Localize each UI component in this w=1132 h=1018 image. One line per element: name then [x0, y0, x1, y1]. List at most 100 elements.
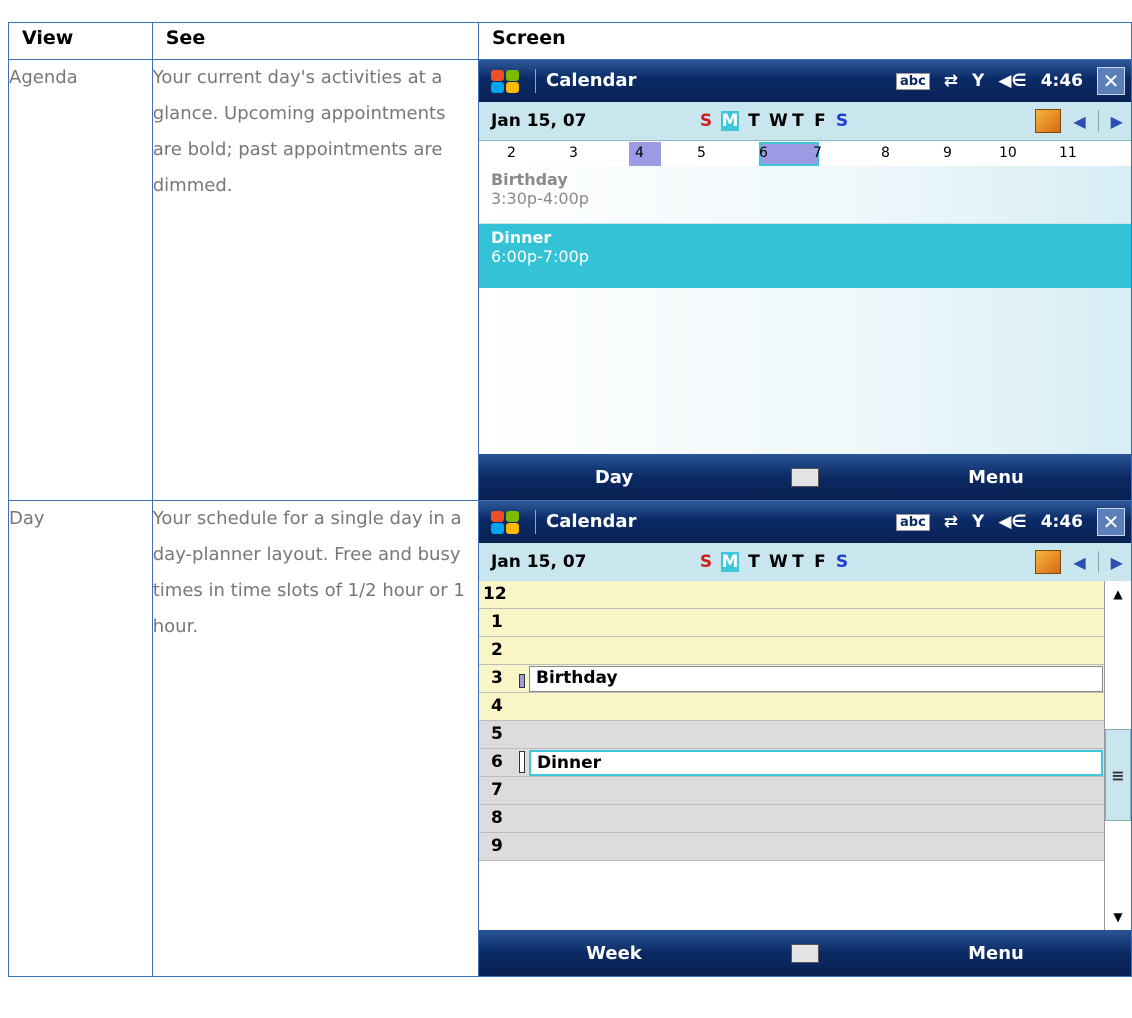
day-friday[interactable]: F: [813, 111, 827, 131]
hour-tick: 8: [880, 145, 890, 161]
busy-block-selected[interactable]: [758, 142, 819, 166]
hour-row[interactable]: 7: [478, 777, 1105, 805]
day-tuesday[interactable]: T: [747, 111, 761, 131]
list-item[interactable]: Dinner 6:00p-7:00p: [478, 224, 1131, 288]
hour-row[interactable]: 12: [478, 581, 1105, 609]
day-monday[interactable]: M: [720, 552, 739, 572]
clock[interactable]: 4:46: [1041, 71, 1083, 91]
day-tuesday[interactable]: T: [747, 552, 761, 572]
keyboard-icon[interactable]: [790, 468, 819, 487]
busy-block[interactable]: [628, 142, 661, 166]
clock[interactable]: 4:46: [1041, 512, 1083, 532]
softkey-menu-button[interactable]: Menu: [861, 467, 1131, 488]
header-row: View See Screen: [8, 22, 1132, 60]
status-tray: abc ⇄ Y ◀∈ 4:46 ✕: [896, 508, 1125, 536]
day-screenshot: Calendar abc ⇄ Y ◀∈ 4:46 ✕ Jan 15, 07 S …: [478, 501, 1131, 976]
event-item[interactable]: Dinner: [528, 750, 1103, 776]
prev-arrow-icon[interactable]: ◀: [1073, 112, 1085, 131]
screen-cell: Calendar abc ⇄ Y ◀∈ 4:46 ✕ Jan 15, 07 S …: [477, 59, 1132, 501]
header-see: See: [151, 22, 479, 60]
signal-icon[interactable]: Y: [972, 512, 984, 532]
list-item[interactable]: Birthday 3:30p-4:00p: [478, 166, 1131, 224]
current-date[interactable]: Jan 15, 07: [491, 552, 661, 572]
input-mode-icon[interactable]: abc: [896, 72, 930, 90]
next-arrow-icon[interactable]: ▶: [1111, 553, 1123, 572]
softkey-left-button[interactable]: Day: [479, 467, 749, 488]
next-arrow-icon[interactable]: ▶: [1111, 112, 1123, 131]
scroll-thumb[interactable]: ≡: [1104, 729, 1131, 821]
scroll-down-icon[interactable]: ▼: [1104, 904, 1131, 930]
day-sunday[interactable]: S: [699, 552, 713, 572]
hour-label: 4: [490, 696, 503, 716]
hour-label: 2: [490, 640, 503, 660]
event-marker: [518, 751, 525, 773]
day-thursday[interactable]: T: [791, 552, 805, 572]
nav-divider: [1097, 551, 1099, 573]
event-item[interactable]: Birthday: [528, 666, 1103, 692]
hour-label: 12: [482, 584, 507, 604]
hour-label: 5: [490, 724, 503, 744]
volume-icon[interactable]: ◀∈: [998, 512, 1026, 532]
softkey-menu-button[interactable]: Menu: [861, 943, 1131, 964]
softkey-left-button[interactable]: Week: [479, 943, 749, 964]
close-button[interactable]: ✕: [1096, 67, 1125, 95]
screen-cell: Calendar abc ⇄ Y ◀∈ 4:46 ✕ Jan 15, 07 S …: [477, 500, 1132, 977]
views-table: View See Screen Agenda Your current day'…: [8, 22, 1132, 977]
windows-logo-icon[interactable]: [487, 507, 525, 537]
goto-today-icon[interactable]: [1035, 109, 1062, 133]
date-bar: Jan 15, 07 S M T W T F S ◀ ▶: [478, 543, 1131, 582]
hour-label: 9: [490, 836, 503, 856]
header-screen: Screen: [477, 22, 1132, 60]
day-saturday[interactable]: S: [835, 111, 849, 131]
day-wednesday[interactable]: W: [769, 111, 788, 131]
volume-icon[interactable]: ◀∈: [998, 71, 1026, 91]
hour-label: 3: [490, 668, 503, 688]
prev-arrow-icon[interactable]: ◀: [1073, 553, 1085, 572]
appointment-name: Dinner: [490, 228, 552, 247]
hour-row[interactable]: 9: [478, 833, 1105, 861]
current-date[interactable]: Jan 15, 07: [491, 111, 661, 131]
day-sunday[interactable]: S: [699, 111, 713, 131]
nav-divider: [1097, 110, 1099, 132]
input-mode-icon[interactable]: abc: [896, 513, 930, 531]
hour-row[interactable]: 3 Birthday: [478, 665, 1105, 693]
appointment-time: 3:30p-4:00p: [490, 189, 589, 208]
sync-icon[interactable]: ⇄: [944, 71, 958, 91]
day-saturday[interactable]: S: [835, 552, 849, 572]
hour-tick: 11: [1058, 145, 1077, 161]
scroll-up-icon[interactable]: ▲: [1104, 581, 1131, 607]
title-bar: Calendar abc ⇄ Y ◀∈ 4:46 ✕: [478, 501, 1131, 543]
windows-logo-icon[interactable]: [487, 66, 525, 96]
appointment-name: Birthday: [490, 170, 568, 189]
hour-label: 7: [490, 780, 503, 800]
day-wednesday[interactable]: W: [769, 552, 788, 572]
view-description: Your schedule for a single day in a day-…: [151, 500, 479, 977]
agenda-screenshot: Calendar abc ⇄ Y ◀∈ 4:46 ✕ Jan 15, 07 S …: [478, 60, 1131, 500]
hour-row[interactable]: 1: [478, 609, 1105, 637]
view-name: Agenda: [8, 59, 153, 501]
app-title: Calendar: [534, 510, 896, 534]
hour-tick: 9: [942, 145, 952, 161]
day-thursday[interactable]: T: [791, 111, 805, 131]
hour-row[interactable]: 6 Dinner: [478, 749, 1105, 777]
app-title: Calendar: [534, 69, 896, 93]
hour-tick: 5: [696, 145, 706, 161]
goto-today-icon[interactable]: [1035, 550, 1062, 574]
date-nav: ◀ ▶: [1035, 550, 1123, 574]
hour-tick: 2: [506, 145, 516, 161]
signal-icon[interactable]: Y: [972, 71, 984, 91]
hour-row[interactable]: 2: [478, 637, 1105, 665]
close-button[interactable]: ✕: [1096, 508, 1125, 536]
hour-row[interactable]: 4: [478, 693, 1105, 721]
day-friday[interactable]: F: [813, 552, 827, 572]
day-monday[interactable]: M: [720, 111, 739, 131]
scrollbar[interactable]: ▲ ≡ ▼: [1103, 581, 1131, 930]
hour-row[interactable]: 8: [478, 805, 1105, 833]
hour-row[interactable]: 5: [478, 721, 1105, 749]
keyboard-icon[interactable]: [790, 944, 819, 963]
softkey-bar: Day Menu: [478, 454, 1131, 500]
appointment-time: 6:00p-7:00p: [490, 247, 589, 266]
sync-icon[interactable]: ⇄: [944, 512, 958, 532]
view-description: Your current day's activities at a glanc…: [151, 59, 479, 501]
hour-label: 1: [490, 612, 503, 632]
